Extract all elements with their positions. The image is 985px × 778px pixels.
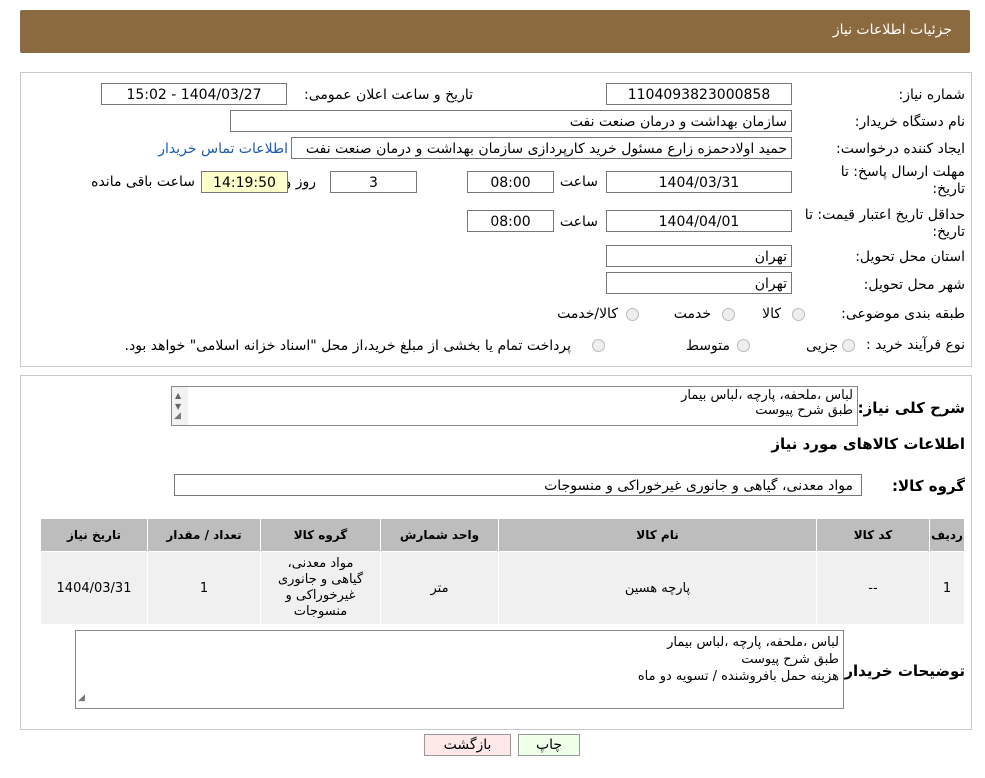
cell-row: 1 [929, 551, 965, 625]
deadline-label-line2: تاریخ: [932, 181, 965, 197]
items-title: اطلاعات کالاهای مورد نیاز [771, 435, 965, 453]
buyer-contact-link[interactable]: اطلاعات تماس خریدار [158, 141, 288, 157]
need-number-label: شماره نیاز: [898, 87, 966, 103]
cell-unit: متر [380, 551, 499, 625]
announce-datetime-field[interactable]: 1404/03/27 - 15:02 [101, 83, 287, 105]
buyer-org-label: نام دستگاه خریدار: [854, 114, 965, 130]
group-label: گروه کالا: [892, 477, 965, 495]
validity-time-label: ساعت [559, 214, 598, 230]
category-radio-goods[interactable] [792, 308, 805, 321]
col-unit: واحد شمارش [380, 518, 499, 552]
cell-group-line3: غیرخوراکی و [285, 588, 356, 603]
resize-grip-icon[interactable]: ◢ [174, 409, 181, 424]
col-row: ردیف [929, 518, 965, 552]
buyer-notes-line1: لباس ،ملحفه، پارچه ،لباس بیمار [667, 635, 839, 650]
remaining-label: ساعت باقی مانده [91, 174, 195, 190]
deadline-label-line1: مهلت ارسال پاسخ: تا [840, 164, 965, 180]
summary-line2: طبق شرح پیوست [755, 403, 853, 418]
validity-label: حداقل تاریخ اعتبار قیمت: تا تاریخ: [805, 207, 965, 241]
province-label: استان محل تحویل: [855, 249, 965, 265]
process-radio-minor[interactable] [842, 339, 855, 352]
validity-date-field[interactable]: 1404/04/01 [606, 210, 792, 232]
validity-label-line2: تاریخ: [932, 224, 965, 240]
validity-label-line1: حداقل تاریخ اعتبار قیمت: تا [804, 207, 965, 223]
col-name: نام کالا [498, 518, 817, 552]
deadline-time-field[interactable]: 08:00 [467, 171, 554, 193]
category-label: طبقه بندی موضوعی: [841, 306, 965, 322]
process-radio-treasury[interactable] [592, 339, 605, 352]
cell-group: مواد معدنی، گیاهی و جانوری غیرخوراکی و م… [260, 551, 381, 625]
cell-group-line2: گیاهی و جانوری [277, 572, 364, 587]
cell-name: پارچه هسین [498, 551, 817, 625]
summary-line1: لباس ،ملحفه، پارچه ،لباس بیمار [681, 388, 853, 403]
category-option-goods: کالا [762, 306, 781, 322]
cell-group-line1: مواد معدنی، [287, 556, 354, 571]
col-qty: تعداد / مقدار [147, 518, 261, 552]
announce-label: تاریخ و ساعت اعلان عمومی: [304, 87, 473, 103]
days-field[interactable]: 3 [330, 171, 417, 193]
province-field[interactable]: تهران [606, 245, 792, 267]
summary-textarea[interactable]: ▲ ▼ لباس ،ملحفه، پارچه ،لباس بیمار طبق ش… [171, 386, 858, 426]
col-code: کد کالا [816, 518, 930, 552]
deadline-date-field[interactable]: 1404/03/31 [606, 171, 792, 193]
category-option-goods-service: کالا/خدمت [557, 306, 618, 322]
cell-group-line4: منسوجات [293, 604, 348, 619]
items-table-header: ردیف کد کالا نام کالا واحد شمارش گروه کا… [40, 518, 965, 552]
creator-field[interactable]: حمید اولادحمزه زارع مسئول خرید کارپردازی… [291, 137, 792, 159]
day-label: روز و [284, 174, 317, 190]
validity-time-field[interactable]: 08:00 [467, 210, 554, 232]
creator-label: ایجاد کننده درخواست: [836, 141, 965, 157]
cell-date: 1404/03/31 [40, 551, 148, 625]
need-number-field[interactable]: 1104093823000858 [606, 83, 792, 105]
buyer-notes-label: توضیحات خریدار: [838, 662, 965, 680]
city-field[interactable]: تهران [606, 272, 792, 294]
process-option-medium: متوسط [686, 338, 730, 354]
deadline-time-label: ساعت [559, 174, 598, 190]
resize-grip-icon[interactable]: ◢ [78, 690, 85, 707]
col-date: تاریخ نیاز [40, 518, 148, 552]
page-title: جزئیات اطلاعات نیاز [832, 22, 952, 38]
group-field[interactable]: مواد معدنی، گیاهی و جانوری غیرخوراکی و م… [174, 474, 862, 496]
buyer-notes-line2: طبق شرح پیوست [741, 652, 839, 667]
print-button[interactable]: چاپ [518, 734, 580, 756]
process-note: پرداخت تمام یا بخشی از مبلغ خرید،از محل … [124, 338, 571, 354]
page-header: جزئیات اطلاعات نیاز [20, 10, 970, 53]
remaining-time-field[interactable]: 14:19:50 [201, 171, 288, 193]
buyer-notes-textarea[interactable]: لباس ،ملحفه، پارچه ،لباس بیمار طبق شرح پ… [75, 630, 844, 709]
buyer-notes-line3: هزینه حمل بافروشنده / تسویه دو ماه [637, 669, 839, 684]
process-label: نوع فرآیند خرید : [866, 337, 965, 353]
items-table: ردیف کد کالا نام کالا واحد شمارش گروه کا… [40, 518, 965, 625]
category-radio-goods-service[interactable] [626, 308, 639, 321]
process-option-minor: جزیی [806, 338, 838, 354]
category-radio-service[interactable] [722, 308, 735, 321]
summary-label: شرح کلی نیاز: [857, 399, 965, 417]
cell-code: -- [816, 551, 930, 625]
buyer-org-field[interactable]: سازمان بهداشت و درمان صنعت نفت [230, 110, 792, 132]
category-option-service: خدمت [673, 306, 711, 322]
col-group: گروه کالا [260, 518, 381, 552]
process-radio-medium[interactable] [737, 339, 750, 352]
deadline-label: مهلت ارسال پاسخ: تا تاریخ: [841, 164, 965, 198]
table-row: 1 -- پارچه هسین متر مواد معدنی، گیاهی و … [40, 551, 965, 625]
cell-qty: 1 [147, 551, 261, 625]
back-button[interactable]: بازگشت [424, 734, 511, 756]
city-label: شهر محل تحویل: [863, 277, 965, 293]
